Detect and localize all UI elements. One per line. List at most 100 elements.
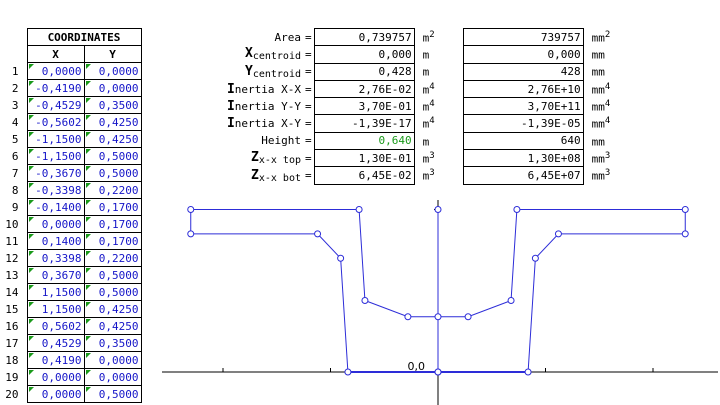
coordinate-x-cell[interactable]: -0,1400	[26, 198, 85, 216]
data-point	[531, 254, 539, 262]
coordinate-y-cell[interactable]: 0,1700	[83, 232, 142, 250]
coordinate-x-cell[interactable]: 0,4190	[26, 351, 85, 369]
coordinate-x-cell[interactable]: 0,0000	[26, 368, 85, 386]
metric-unit: m	[414, 63, 463, 80]
coordinate-x-cell[interactable]: 0,1400	[26, 232, 85, 250]
millimetre-unit: mm3	[583, 167, 632, 184]
coordinate-row: 10 0,0000 0,1700	[0, 215, 142, 233]
coordinate-y-cell[interactable]: 0,0000	[83, 79, 142, 97]
row-number: 12	[5, 251, 19, 265]
coordinate-y-cell[interactable]: 0,0000	[83, 368, 142, 386]
coordinate-x-cell[interactable]: 0,3670	[26, 266, 85, 284]
millimetre-unit: mm2	[583, 29, 632, 46]
property-row: Height = 0,640 m 640 mm	[199, 131, 632, 151]
unit-power: 3	[429, 168, 435, 179]
coordinate-y-cell[interactable]: 0,4250	[83, 317, 142, 335]
data-point	[361, 297, 369, 304]
coordinate-y-cell[interactable]: 0,3500	[83, 334, 142, 352]
unit-text: mm	[591, 66, 605, 80]
property-label-cell: Area	[199, 29, 303, 46]
unit-power: 3	[604, 150, 611, 161]
coordinate-x-cell[interactable]: 0,0000	[26, 385, 85, 403]
equals-sign: =	[305, 169, 312, 183]
metric-unit: m4	[414, 80, 463, 97]
property-row: Xcentroid = 0,000 m 0,000 mm	[199, 45, 632, 64]
metric-value: -1,39E-17	[313, 114, 415, 133]
coordinate-row: 4 -0,5602 0,4250	[0, 113, 142, 131]
data-point	[681, 206, 689, 213]
metric-value: 2,76E-02	[313, 79, 415, 99]
property-label-suffix: x-x top	[258, 155, 301, 167]
metric-value: 0,739757	[313, 27, 415, 47]
metric-unit: m3	[414, 167, 463, 184]
property-symbol: Z	[251, 167, 259, 183]
metric-value: 6,45E-02	[313, 166, 415, 185]
row-number: 19	[5, 370, 19, 384]
coordinate-y-cell[interactable]: 0,5000	[83, 147, 142, 165]
metric-value: 0,000	[313, 45, 415, 64]
coordinate-y-cell[interactable]: 0,1700	[83, 215, 142, 233]
coordinate-y-cell[interactable]: 0,0000	[83, 62, 142, 80]
coordinate-y-cell[interactable]: 0,4250	[83, 113, 142, 131]
row-number: 4	[11, 115, 19, 129]
metric-value: 0,428	[313, 62, 415, 81]
coordinate-row: 17 0,4529 0,3500	[0, 334, 142, 352]
coordinate-x-cell[interactable]: 0,0000	[26, 215, 85, 233]
row-number: 8	[11, 183, 19, 197]
unit-text: mm	[591, 31, 605, 45]
data-point	[524, 368, 532, 376]
row-number: 7	[11, 166, 19, 180]
coordinate-y-cell[interactable]: 0,2200	[83, 249, 142, 267]
row-number: 14	[5, 285, 19, 299]
data-point	[681, 230, 689, 238]
coordinate-y-cell[interactable]: 0,4250	[83, 300, 142, 318]
coordinate-y-cell[interactable]: 0,3500	[83, 96, 142, 114]
coordinate-y-cell[interactable]: 0,4250	[83, 130, 142, 148]
coordinate-row: 7 -0,3670 0,5000	[0, 164, 142, 182]
millimetre-value: 0,000	[462, 45, 584, 64]
coordinate-x-cell[interactable]: 1,1500	[26, 300, 85, 318]
property-label-suffix: nertia Y-Y	[234, 99, 301, 113]
unit-text: m	[422, 66, 430, 80]
property-symbol: I	[226, 81, 235, 97]
property-label-cell: Ycentroid	[199, 63, 303, 80]
coordinate-y-cell[interactable]: 0,5000	[83, 164, 142, 182]
unit-text: mm	[591, 152, 605, 166]
property-label-suffix: nertia X-X	[234, 82, 301, 96]
coordinate-x-cell[interactable]: -0,5602	[26, 113, 85, 131]
coordinate-x-cell[interactable]: -0,4190	[26, 79, 85, 97]
coordinate-y-cell[interactable]: 0,0000	[83, 351, 142, 369]
equals-sign: =	[305, 82, 312, 96]
column-header-x: X	[26, 45, 85, 63]
millimetre-unit: mm4	[583, 115, 632, 132]
coordinate-y-cell[interactable]: 0,1700	[83, 198, 142, 216]
coordinate-x-cell[interactable]: -0,3398	[26, 181, 85, 199]
metric-unit: m2	[414, 29, 463, 46]
coordinate-x-cell[interactable]: -0,3670	[26, 164, 85, 182]
coordinate-x-cell[interactable]: 0,5602	[26, 317, 85, 335]
millimetre-value: 739757	[462, 27, 584, 47]
row-number: 9	[11, 200, 19, 214]
coordinate-x-cell[interactable]: -1,1500	[26, 130, 85, 148]
coordinate-y-cell[interactable]: 0,5000	[83, 266, 142, 284]
coordinate-x-cell[interactable]: 0,4529	[26, 334, 85, 352]
coordinate-y-cell[interactable]: 0,5000	[83, 385, 142, 403]
millimetre-unit: mm	[583, 46, 632, 63]
millimetre-unit: mm	[583, 63, 632, 80]
coordinate-y-cell[interactable]: 0,5000	[83, 283, 142, 301]
millimetre-unit: mm4	[583, 80, 632, 97]
row-number: 10	[5, 217, 19, 231]
property-label-cell: Zx-x top	[199, 150, 303, 167]
coordinate-x-cell[interactable]: 0,0000	[26, 62, 85, 80]
coordinate-x-cell[interactable]: -1,1500	[26, 147, 85, 165]
coordinate-x-cell[interactable]: -0,4529	[26, 96, 85, 114]
coordinate-y-cell[interactable]: 0,2200	[83, 181, 142, 199]
property-label-suffix: nertia X-Y	[234, 117, 301, 131]
row-number: 1	[11, 64, 19, 78]
millimetre-unit: mm3	[583, 150, 632, 167]
coordinate-x-cell[interactable]: 1,1500	[26, 283, 85, 301]
data-point	[434, 206, 442, 213]
property-symbol: I	[226, 98, 235, 114]
coordinate-x-cell[interactable]: 0,3398	[26, 249, 85, 267]
section-outline	[190, 209, 686, 373]
